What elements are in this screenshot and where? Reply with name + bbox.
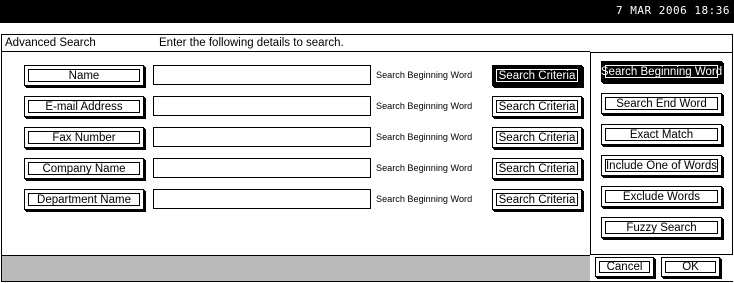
search-criteria-button-fax[interactable]: Search Criteria <box>492 127 582 148</box>
title-divider <box>2 51 590 52</box>
field-button-department[interactable]: Department Name <box>24 189 144 210</box>
search-criteria-button-name[interactable]: Search Criteria <box>492 65 582 86</box>
search-criteria-label: Search Criteria <box>498 193 576 206</box>
advanced-search-panel: Advanced Search Enter the following deta… <box>1 34 733 282</box>
search-criteria-label: Search Criteria <box>498 69 576 82</box>
criteria-option-beginning-word[interactable]: Search Beginning Word <box>601 61 722 82</box>
search-criteria-label: Search Criteria <box>498 162 576 175</box>
field-button-email[interactable]: E-mail Address <box>24 96 144 117</box>
action-area: Cancel OK <box>590 255 733 281</box>
field-button-company[interactable]: Company Name <box>24 158 144 179</box>
criteria-option-fuzzy-search[interactable]: Fuzzy Search <box>601 217 722 238</box>
field-button-label: Fax Number <box>52 131 116 144</box>
panel-title: Advanced Search <box>5 37 96 49</box>
instruction-text: Enter the following details to search. <box>159 37 344 49</box>
search-criteria-button-department[interactable]: Search Criteria <box>492 189 582 210</box>
department-field[interactable] <box>153 189 371 209</box>
search-criteria-label: Search Criteria <box>498 131 576 144</box>
search-mode-email: Search Beginning Word <box>376 101 473 112</box>
datetime-display: 7 MAR 2006 18:36 <box>616 4 730 17</box>
cancel-label: Cancel <box>606 261 643 273</box>
search-criteria-button-company[interactable]: Search Criteria <box>492 158 582 179</box>
company-field[interactable] <box>153 158 371 178</box>
criteria-option-label: Fuzzy Search <box>626 221 697 234</box>
search-criteria-button-email[interactable]: Search Criteria <box>492 96 582 117</box>
search-mode-department: Search Beginning Word <box>376 194 473 205</box>
search-criteria-label: Search Criteria <box>498 100 576 113</box>
field-button-fax[interactable]: Fax Number <box>24 127 144 148</box>
ok-button[interactable]: OK <box>661 257 720 277</box>
criteria-option-label: Exact Match <box>629 128 694 141</box>
criteria-option-exact-match[interactable]: Exact Match <box>601 124 722 145</box>
criteria-option-end-word[interactable]: Search End Word <box>601 93 722 114</box>
search-mode-fax: Search Beginning Word <box>376 132 473 143</box>
field-button-label: Name <box>68 69 100 82</box>
ok-label: OK <box>682 261 699 273</box>
criteria-option-label: Include One of Words <box>605 159 717 172</box>
cancel-button[interactable]: Cancel <box>595 257 654 277</box>
field-button-label: Company Name <box>42 162 126 175</box>
criteria-option-label: Search Beginning Word <box>600 65 723 78</box>
criteria-option-label: Exclude Words <box>622 190 701 203</box>
criteria-option-exclude-words[interactable]: Exclude Words <box>601 186 722 207</box>
criteria-options-panel: Search Beginning Word Search End Word Ex… <box>590 52 733 255</box>
criteria-option-include-one[interactable]: Include One of Words <box>601 155 722 176</box>
hatched-footer <box>2 255 590 281</box>
fax-field[interactable] <box>153 127 371 147</box>
search-mode-name: Search Beginning Word <box>376 70 473 81</box>
name-field[interactable] <box>153 65 371 85</box>
email-field[interactable] <box>153 96 371 116</box>
status-bar: 7 MAR 2006 18:36 <box>0 0 734 23</box>
field-button-label: E-mail Address <box>45 100 123 113</box>
field-button-label: Department Name <box>37 193 131 206</box>
search-mode-company: Search Beginning Word <box>376 163 473 174</box>
criteria-option-label: Search End Word <box>616 97 707 110</box>
field-button-name[interactable]: Name <box>24 65 144 86</box>
